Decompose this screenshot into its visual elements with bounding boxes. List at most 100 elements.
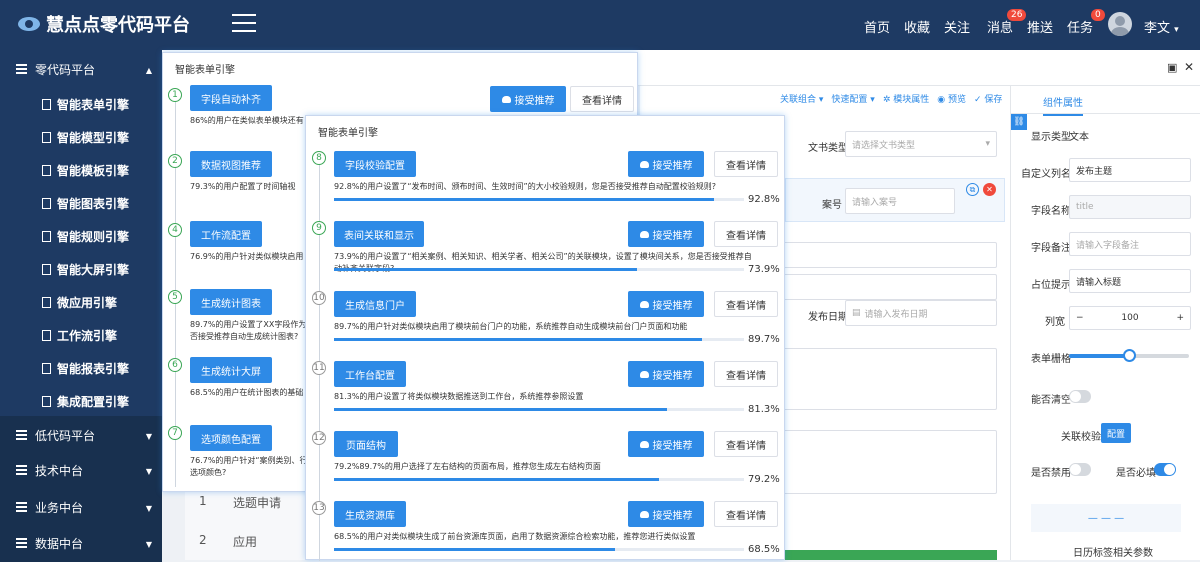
display-type-value: 文本 xyxy=(1069,132,1089,143)
publish-date-input[interactable]: ▤ 请输入发布日期 xyxy=(845,300,997,326)
view-detail-button[interactable]: 查看详情 xyxy=(570,86,634,112)
card-label-button[interactable]: 字段自动补齐 xyxy=(190,85,272,111)
progress-bar xyxy=(334,548,744,551)
card-label-button[interactable]: 数据视图推荐 xyxy=(190,151,272,177)
quick-config-action[interactable]: 快速配置 ▾ xyxy=(831,92,874,105)
card-label-button[interactable]: 生成资源库 xyxy=(334,501,406,527)
required-toggle[interactable] xyxy=(1154,463,1176,476)
save-action[interactable]: ✓ 保存 xyxy=(974,92,1002,105)
card-label-button[interactable]: 页面结构 xyxy=(334,431,398,457)
sidebar-item-screen-engine[interactable]: 智能大屏引擎 xyxy=(0,253,162,286)
menu-toggle-icon[interactable] xyxy=(232,14,256,34)
cloud-upload-icon xyxy=(639,510,649,518)
sidebar-item-rule-engine[interactable]: 智能规则引擎 xyxy=(0,220,162,253)
link-combo-action[interactable]: 关联组合 ▾ xyxy=(780,92,823,105)
card-label-button[interactable]: 表间关联和显示 xyxy=(334,221,424,247)
nav-follow[interactable]: 关注 xyxy=(944,17,970,36)
nav-messages[interactable]: 消息 26 xyxy=(987,9,1027,36)
view-detail-button[interactable]: 查看详情 xyxy=(714,431,778,457)
tab-component-props[interactable]: 组件属性 xyxy=(1043,94,1083,116)
accept-recommend-button[interactable]: 接受推荐 xyxy=(628,291,704,317)
custom-name-input[interactable]: 发布主题 xyxy=(1069,158,1191,182)
card-label-button[interactable]: 生成统计大屏 xyxy=(190,357,272,383)
copy-field-icon[interactable]: ⧉ xyxy=(966,183,979,196)
sidebar-item-integration-engine[interactable]: 集成配置引擎 xyxy=(0,385,162,418)
minus-button[interactable]: − xyxy=(1076,313,1084,323)
grid-slider[interactable] xyxy=(1069,349,1189,362)
blank-input-2[interactable] xyxy=(780,274,997,300)
config-button[interactable]: 配置 xyxy=(1101,423,1131,443)
nav-home[interactable]: 首页 xyxy=(864,17,890,36)
view-detail-button[interactable]: 查看详情 xyxy=(714,291,778,317)
popup-title: 智能表单引擎 xyxy=(318,128,378,139)
progress-fill xyxy=(334,198,715,201)
accept-recommend-button[interactable]: 接受推荐 xyxy=(628,221,704,247)
sidebar-group-low-code[interactable]: 低代码平台 ▼ xyxy=(0,416,162,454)
sidebar-item-microapp-engine[interactable]: 微应用引擎 xyxy=(0,286,162,319)
grid-slider-handle[interactable] xyxy=(1123,349,1136,362)
grid-label: 表单栅格 xyxy=(1031,354,1071,365)
nav-push[interactable]: 推送 xyxy=(1027,17,1053,36)
sidebar-group-zero-code[interactable]: 零代码平台 ▲ xyxy=(0,50,162,88)
width-stepper[interactable]: − 100 + xyxy=(1069,306,1191,330)
case-no-input[interactable]: 请输入案号 xyxy=(845,188,955,214)
app-logo[interactable]: 慧点点零代码平台 xyxy=(18,11,190,37)
textarea-1[interactable] xyxy=(780,348,997,410)
card-label-button[interactable]: 工作流配置 xyxy=(190,221,262,247)
link-icon[interactable]: ⛓ xyxy=(1011,114,1027,130)
field-name-input[interactable]: title xyxy=(1069,195,1191,219)
card-description: 68.5%的用户在统计图表的基础上 xyxy=(190,388,304,397)
view-detail-button[interactable]: 查看详情 xyxy=(714,221,778,247)
menu-lines-icon xyxy=(16,465,27,475)
sidebar-item-model-engine[interactable]: 智能模型引擎 xyxy=(0,121,162,154)
nav-tasks[interactable]: 任务 0 xyxy=(1067,9,1105,36)
menu-lines-icon xyxy=(16,538,27,548)
sidebar-item-report-engine[interactable]: 智能报表引擎 xyxy=(0,352,162,385)
view-detail-button[interactable]: 查看详情 xyxy=(714,361,778,387)
card-label-button[interactable]: 选项颜色配置 xyxy=(190,425,272,451)
sidebar-item-workflow-engine[interactable]: 工作流引擎 xyxy=(0,319,162,352)
sidebar-item-form-engine[interactable]: 智能表单引擎 xyxy=(0,88,162,121)
card-label-button[interactable]: 工作台配置 xyxy=(334,361,406,387)
accept-recommend-button[interactable]: 接受推荐 xyxy=(628,361,704,387)
sidebar-item-chart-engine[interactable]: 智能图表引擎 xyxy=(0,187,162,220)
module-props-action[interactable]: ✲ 模块属性 xyxy=(883,92,929,105)
accept-recommend-button[interactable]: 接受推荐 xyxy=(628,501,704,527)
card-label-button[interactable]: 生成统计图表 xyxy=(190,289,272,315)
disabled-toggle[interactable] xyxy=(1069,463,1091,476)
card-description: 89.7%的用户针对类似模块启用了模块前台门户的功能，系统推荐自动生成模块前台门… xyxy=(334,322,688,331)
document-icon xyxy=(42,132,51,143)
field-note-input[interactable]: 请输入字段备注 xyxy=(1069,232,1191,256)
property-panel: 组件属性 ⛓ 显示类型 文本 自定义列名 发布主题 字段名称 title 字段备… xyxy=(1010,86,1200,560)
placeholder-input[interactable]: 请输入标题 xyxy=(1069,269,1191,293)
chevron-down-icon: ▾ xyxy=(985,139,990,149)
view-detail-button[interactable]: 查看详情 xyxy=(714,501,778,527)
delete-field-icon[interactable]: ✕ xyxy=(983,183,996,196)
blank-input-1[interactable] xyxy=(780,242,997,268)
sidebar-group-tech[interactable]: 技术中台 ▼ xyxy=(0,451,162,489)
view-detail-button[interactable]: 查看详情 xyxy=(714,151,778,177)
doc-type-select[interactable]: 请选择文书类型 ▾ xyxy=(845,131,997,157)
plus-button[interactable]: + xyxy=(1176,313,1184,323)
sidebar-group-data[interactable]: 数据中台 ▼ xyxy=(0,524,162,562)
close-icon[interactable]: ✕ xyxy=(1184,60,1194,74)
card-label-button[interactable]: 字段校验配置 xyxy=(334,151,416,177)
row-name[interactable]: 选题申请 xyxy=(233,494,281,511)
preview-action[interactable]: ◉ 预览 xyxy=(937,92,966,105)
user-avatar[interactable] xyxy=(1108,12,1132,36)
textarea-2[interactable] xyxy=(780,430,997,494)
accept-recommend-button[interactable]: 接受推荐 xyxy=(628,431,704,457)
sidebar-item-template-engine[interactable]: 智能模板引擎 xyxy=(0,154,162,187)
row-name[interactable]: 应用 xyxy=(233,533,257,550)
clearable-toggle[interactable] xyxy=(1069,390,1091,403)
sidebar-group-business[interactable]: 业务中台 ▼ xyxy=(0,488,162,526)
cloud-upload-icon xyxy=(639,440,649,448)
copy-icon[interactable]: ▣ xyxy=(1167,61,1177,74)
recommend-popup-right: 智能表单引擎 8 字段校验配置 接受推荐 查看详情 92.8%的用户设置了“发布时间、颁… xyxy=(305,115,785,561)
accept-recommend-button[interactable]: 接受推荐 xyxy=(490,86,566,112)
nav-favorites[interactable]: 收藏 xyxy=(904,17,930,36)
accept-recommend-button[interactable]: 接受推荐 xyxy=(628,151,704,177)
chevron-down-icon: ▾ xyxy=(1174,25,1179,35)
card-label-button[interactable]: 生成信息门户 xyxy=(334,291,416,317)
user-name[interactable]: 李文 ▾ xyxy=(1144,17,1179,36)
